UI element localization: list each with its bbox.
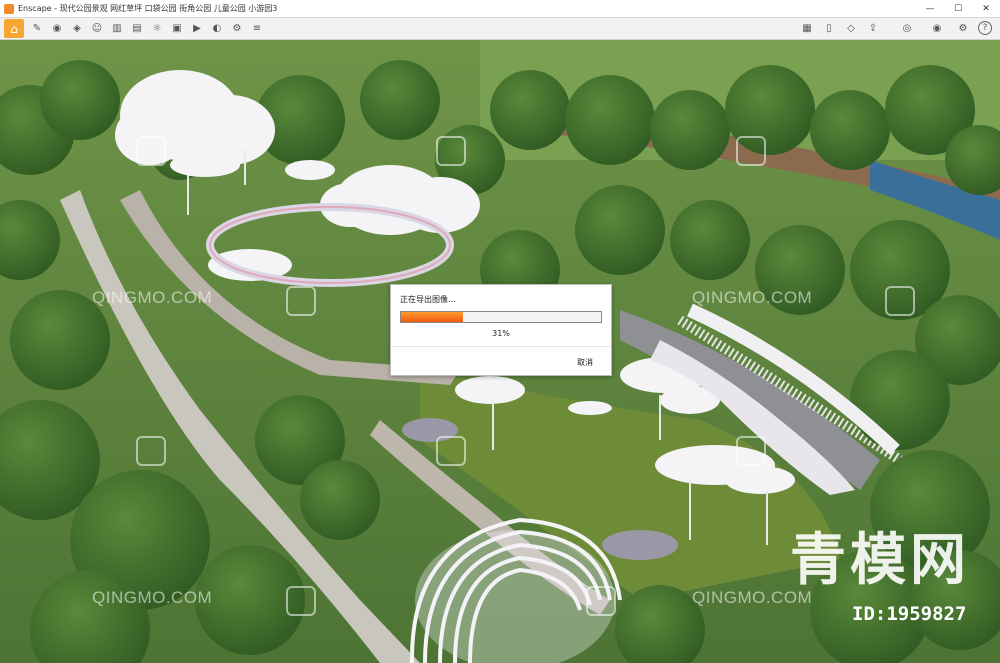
- watermark-text: QINGMO.COM: [92, 588, 213, 607]
- minimize-button[interactable]: —: [916, 0, 944, 17]
- dialog-title: 正在导出图像...: [400, 295, 456, 304]
- person-icon[interactable]: ☺: [90, 21, 104, 35]
- brand-watermark: 青模网: [790, 527, 970, 593]
- eye-icon[interactable]: ◉: [930, 21, 944, 35]
- brush-icon[interactable]: ✎: [30, 21, 44, 35]
- help-icon[interactable]: ?: [978, 21, 992, 35]
- home-icon[interactable]: ⌂: [4, 19, 24, 38]
- gallery-right-icon[interactable]: ▦: [800, 21, 814, 35]
- window-controls: — ☐ ✕: [916, 0, 1000, 17]
- building-icon[interactable]: ▥: [110, 21, 124, 35]
- panorama-icon[interactable]: ◐: [210, 21, 224, 35]
- watermark-logo-icon: [136, 436, 166, 466]
- enscape-logo-icon: [4, 3, 14, 14]
- pin-icon[interactable]: ◈: [70, 21, 84, 35]
- watermark-logo-icon: [736, 436, 766, 466]
- toolbar: ⌂ ✎ ◉ ◈ ☺ ▥ ▤ ☼ ▣ ▶ ◐ ⚙ ≡ ▦ ▯ ◇ ⇪ ◎ ◉ ⚙ …: [0, 18, 1000, 40]
- watermark-logo-icon: [436, 136, 466, 166]
- camera-icon[interactable]: ◉: [50, 21, 64, 35]
- close-button[interactable]: ✕: [972, 0, 1000, 17]
- title-bar: Enscape - 现代公园景观 网红草坪 口袋公园 街角公园 儿童公园 小游园…: [0, 0, 1000, 18]
- book-icon[interactable]: ▯: [822, 21, 836, 35]
- gallery-icon[interactable]: ▤: [130, 21, 144, 35]
- maximize-button[interactable]: ☐: [944, 0, 972, 17]
- watermark-logo-icon: [586, 586, 616, 616]
- watermark-logo-icon: [736, 136, 766, 166]
- watermark-logo-icon: [136, 136, 166, 166]
- id-watermark: ID:1959827: [852, 603, 967, 625]
- watermark-text: QINGMO.COM: [92, 288, 213, 307]
- watermark-logo-icon: [436, 436, 466, 466]
- video-icon[interactable]: ▶: [190, 21, 204, 35]
- settings-icon[interactable]: ⚙: [230, 21, 244, 35]
- lamp-icon[interactable]: ☼: [150, 21, 164, 35]
- progress-fill: [401, 312, 463, 322]
- window-title: Enscape - 现代公园景观 网红草坪 口袋公园 街角公园 儿童公园 小游园…: [18, 4, 278, 13]
- vr-icon[interactable]: ◎: [900, 21, 914, 35]
- layers-icon[interactable]: ≡: [250, 21, 264, 35]
- watermark-logo-icon: [286, 586, 316, 616]
- watermark-logo-icon: [885, 286, 915, 316]
- dialog-divider: [391, 346, 611, 347]
- image-icon[interactable]: ▣: [170, 21, 184, 35]
- share-icon[interactable]: ⇪: [866, 21, 880, 35]
- watermark-text: QINGMO.COM: [692, 288, 813, 307]
- gear-icon[interactable]: ⚙: [956, 21, 970, 35]
- progress-bar: [400, 311, 602, 323]
- progress-percent: 31%: [492, 329, 510, 338]
- cube-icon[interactable]: ◇: [844, 21, 858, 35]
- export-progress-dialog: 正在导出图像... 31% 取消: [390, 284, 612, 376]
- watermark-logo-icon: [286, 286, 316, 316]
- cancel-button[interactable]: 取消: [577, 357, 593, 368]
